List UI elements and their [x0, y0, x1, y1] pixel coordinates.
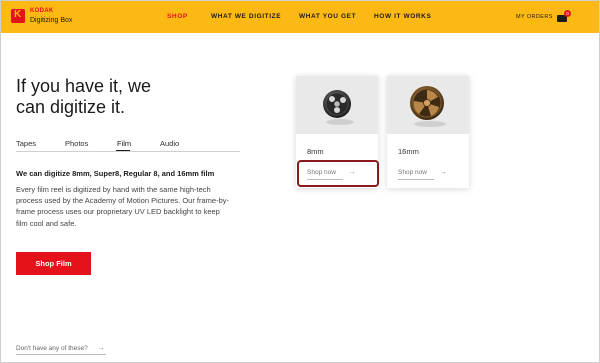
tab-photos[interactable]: Photos — [65, 139, 88, 148]
card-image-16mm — [387, 76, 469, 134]
shop-film-button[interactable]: Shop Film — [16, 252, 91, 275]
headline-line-2: can digitize it. — [16, 97, 126, 117]
logo-brand-text: KODAK — [30, 8, 54, 14]
film-reel-16mm-icon — [410, 86, 446, 127]
dont-have-link[interactable]: Don't have any of these? → — [16, 345, 104, 352]
arrow-right-icon: → — [97, 345, 105, 352]
logo-product-text: Digitizing Box — [30, 17, 73, 24]
highlight-box — [297, 160, 379, 187]
link-underline-16mm — [398, 179, 434, 180]
arrow-right-icon: → — [439, 169, 447, 176]
card-label-16mm: 16mm — [398, 147, 419, 156]
kodak-logo[interactable]: KODAK Digitizing Box — [11, 7, 72, 25]
kodak-logo-icon — [11, 9, 25, 23]
shop-now-link-16mm[interactable]: Shop now → — [398, 169, 446, 176]
tab-tapes[interactable]: Tapes — [16, 139, 36, 148]
card-image-8mm — [296, 76, 378, 134]
product-card-16mm[interactable]: 16mm Shop now → — [387, 76, 469, 188]
headline-line-1: If you have it, we — [16, 76, 152, 96]
my-orders-link[interactable]: MY ORDERS — [516, 14, 553, 20]
page-headline: If you have it, we can digitize it. — [16, 76, 216, 118]
film-reel-8mm-icon — [323, 90, 354, 125]
cart-icon[interactable]: 0 — [557, 10, 571, 22]
active-tab-indicator — [116, 150, 130, 151]
media-tabs: Tapes Photos Film Audio — [16, 137, 240, 152]
dont-have-text: Don't have any of these? — [16, 345, 88, 352]
site-header: KODAK Digitizing Box SHOP WHAT WE DIGITI… — [1, 1, 599, 33]
card-label-8mm: 8mm — [307, 147, 324, 156]
film-lead-text: We can digitize 8mm, Super8, Regular 8, … — [16, 169, 215, 178]
nav-what-we-digitize[interactable]: WHAT WE DIGITIZE — [211, 13, 281, 20]
tab-audio[interactable]: Audio — [160, 139, 179, 148]
cart-count-badge: 0 — [564, 10, 571, 17]
film-description: Every film reel is digitized by hand wit… — [16, 185, 230, 228]
link-underline — [16, 354, 106, 355]
nav-shop[interactable]: SHOP — [167, 13, 188, 20]
shop-now-text-16mm: Shop now — [398, 169, 427, 176]
nav-how-it-works[interactable]: HOW IT WORKS — [374, 13, 431, 20]
nav-what-you-get[interactable]: WHAT YOU GET — [299, 13, 356, 20]
tab-film[interactable]: Film — [117, 139, 131, 148]
